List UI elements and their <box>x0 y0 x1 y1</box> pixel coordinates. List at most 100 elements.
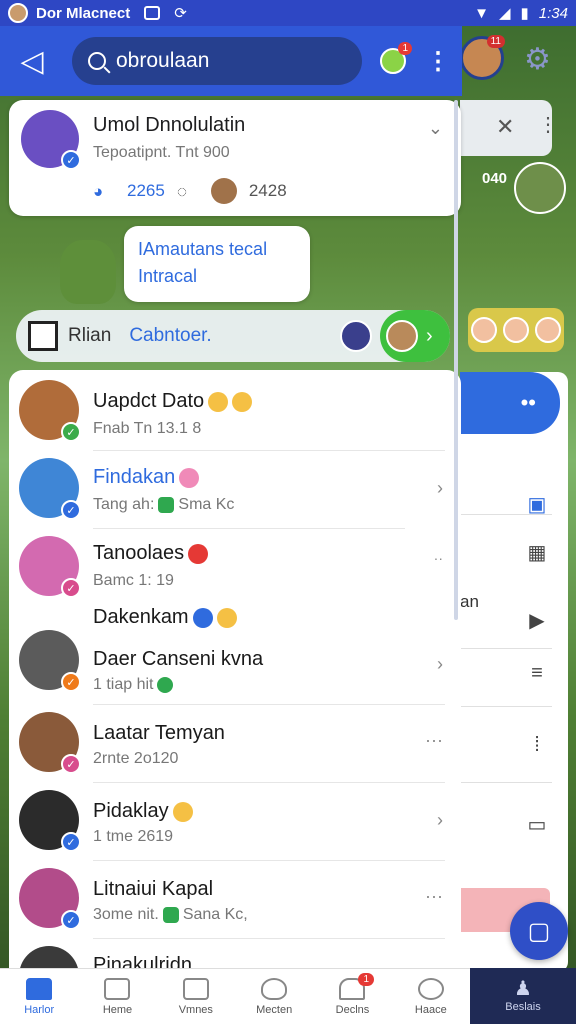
circle-icon[interactable] <box>340 320 372 352</box>
nav-label: Heme <box>102 1003 133 1016</box>
emoji-button[interactable]: 1 <box>380 42 412 74</box>
profile-avatar[interactable]: ✓ <box>21 110 81 170</box>
chat-row[interactable]: Pinakulridn <box>9 938 461 970</box>
chevron-right-icon: › <box>426 324 433 347</box>
apps-icon[interactable]: ⁞ <box>524 734 550 756</box>
video-icon[interactable]: ▶ <box>524 608 550 632</box>
background-pane: 11 ⚙ ✕ ⋮ 040 •• ▣ ▦ an ▶ ≡ ⁞ ▭ ▢ ♟ Besla… <box>460 26 576 1024</box>
emoji-icon <box>232 391 253 412</box>
more-dots-icon[interactable]: ··· <box>425 886 443 907</box>
wifi-icon: ▼ <box>474 4 489 22</box>
nav-profile[interactable]: Haace <box>392 969 470 1024</box>
chat-row[interactable]: ✓ Uapdct Dato Fnab Tn 13.1 8 <box>9 370 461 451</box>
search-icon <box>88 52 106 70</box>
back-button[interactable]: ◁ <box>12 41 52 81</box>
pane-nav-label: Beslais <box>505 1001 541 1013</box>
heart-icon <box>261 977 288 1000</box>
chat-row[interactable]: ✓ Daer Canseni kvna 1 tiap hit › <box>9 624 461 705</box>
divider <box>460 706 552 707</box>
chevron-down-icon[interactable]: ⌄ <box>428 118 443 139</box>
chevron-right-icon[interactable]: › <box>437 478 443 499</box>
go-avatar <box>386 320 418 352</box>
chat-row[interactable]: ✓ Pidaklay 1 tme 2619 › <box>9 782 461 861</box>
status-avatar-icon <box>8 3 28 23</box>
chat-row[interactable]: ✓ Litnaiui Kapal 3ome nit. Sana Kc, ··· <box>9 860 461 939</box>
chat-meta: Bamc 1: 19 <box>93 572 174 589</box>
nav-list[interactable]: Heme <box>78 969 156 1024</box>
status-bar: Dor Mlacnect ⟳ ▼ ◢ ▮ 1:34 <box>0 0 576 26</box>
more-dots-icon[interactable]: ··· <box>425 730 443 751</box>
status-check-icon: ✓ <box>61 422 81 442</box>
search-input[interactable]: obroulaan <box>72 37 362 85</box>
chevron-right-icon[interactable]: › <box>437 654 443 675</box>
chat-avatar <box>19 946 79 970</box>
status-time: 1:34 <box>538 4 568 22</box>
pane-nav-item[interactable]: ♟ Beslais <box>470 968 576 1024</box>
verified-icon: ✓ <box>61 500 81 520</box>
verified-icon: ✓ <box>61 150 81 170</box>
chat-name-text: Findakan <box>93 466 176 488</box>
profile-card[interactable]: ✓ Umol Dnnolulatin Tepoatipnt. Tnt 900 ⌄… <box>9 100 461 216</box>
more-vert-icon[interactable]: ⋮ <box>426 47 450 76</box>
pane-peek-avatar <box>514 162 566 214</box>
pane-card: ✕ ⋮ <box>460 100 558 156</box>
chat-meta-suffix: Sana Kc, <box>182 906 248 923</box>
more-dots-icon[interactable]: ·· <box>434 550 443 566</box>
pane-count: 040 <box>482 170 508 187</box>
nav-games[interactable]: Vmnes <box>157 969 235 1024</box>
group-icon: ◕ <box>93 182 104 201</box>
feature-label: Rlian <box>68 325 112 346</box>
back-arrow-icon: ◁ <box>20 44 44 78</box>
divider <box>93 450 445 451</box>
nav-favorites[interactable]: Mecten <box>235 969 313 1024</box>
chat-avatar: ✓ <box>19 790 81 852</box>
compose-icon: ▢ <box>527 917 551 945</box>
status-check-icon: ✓ <box>61 754 81 774</box>
chat-meta: Tang ah: Sma Kc <box>93 496 234 514</box>
more-vert-icon[interactable]: ⋮ <box>538 112 558 137</box>
nav-label: Vmnes <box>178 1003 213 1016</box>
pane-more-pill[interactable]: •• <box>460 372 560 434</box>
chat-name: Findakan <box>93 466 200 489</box>
chat-name-text: Pidaklay <box>93 800 169 822</box>
stat-members: 2265 <box>127 181 165 200</box>
gear-icon[interactable]: ⚙ <box>524 42 551 77</box>
strip-avatar <box>503 317 529 343</box>
nav-home[interactable]: Harlor <box>0 969 78 1024</box>
chat-icon: ◌ <box>176 182 187 201</box>
pane-panel <box>460 372 568 972</box>
chat-meta-text: 1 tiap hit <box>93 676 154 693</box>
chat-avatar: ✓ <box>19 630 81 692</box>
list-icon <box>104 977 131 1000</box>
list-icon[interactable]: ≡ <box>524 662 550 684</box>
play-tag-icon <box>158 496 175 513</box>
go-button[interactable]: › <box>380 310 450 362</box>
scrollbar[interactable] <box>454 100 458 620</box>
close-icon[interactable]: ✕ <box>496 114 514 140</box>
nav-notifications[interactable]: 1 Declns <box>313 969 391 1024</box>
pane-avatar[interactable]: 11 <box>460 35 505 80</box>
divider <box>460 514 552 515</box>
notification-icon <box>144 6 161 20</box>
chat-meta: 1 tiap hit <box>93 676 177 694</box>
book-icon <box>28 321 58 351</box>
chat-name: Pidaklay <box>93 800 193 823</box>
compose-button[interactable]: ▢ <box>510 902 568 960</box>
chat-avatar: ✓ <box>19 458 81 520</box>
chat-row[interactable]: ✓ Findakan Tang ah: Sma Kc › <box>9 452 461 530</box>
grid-icon[interactable]: ▦ <box>524 540 550 564</box>
strip-avatar <box>535 317 561 343</box>
notification-badge: 1 <box>358 973 375 986</box>
chat-list: ✓ Uapdct Dato Fnab Tn 13.1 8 ✓ Findakan … <box>9 370 461 970</box>
bottom-nav: Harlor Heme Vmnes Mecten 1 Declns Haace <box>0 968 470 1024</box>
chat-row[interactable]: ✓ Tanoolaes Bamc 1: 19 ·· <box>9 530 461 606</box>
ticket-icon[interactable]: ▭ <box>524 812 550 836</box>
chevron-right-icon[interactable]: › <box>437 810 443 831</box>
stat-count: 2428 <box>248 181 287 200</box>
feature-bar[interactable]: Rlian Cabntoer. › <box>16 310 450 362</box>
top-app-bar: ◁ obroulaan 1 ⋮ <box>0 26 462 96</box>
chat-avatar: ✓ <box>19 868 81 930</box>
camera-icon[interactable]: ▣ <box>524 492 550 516</box>
feature-link[interactable]: Cabntoer. <box>129 325 211 347</box>
chat-row[interactable]: ✓ Laatar Temyan 2rnte 2o120 ··· <box>9 704 461 783</box>
